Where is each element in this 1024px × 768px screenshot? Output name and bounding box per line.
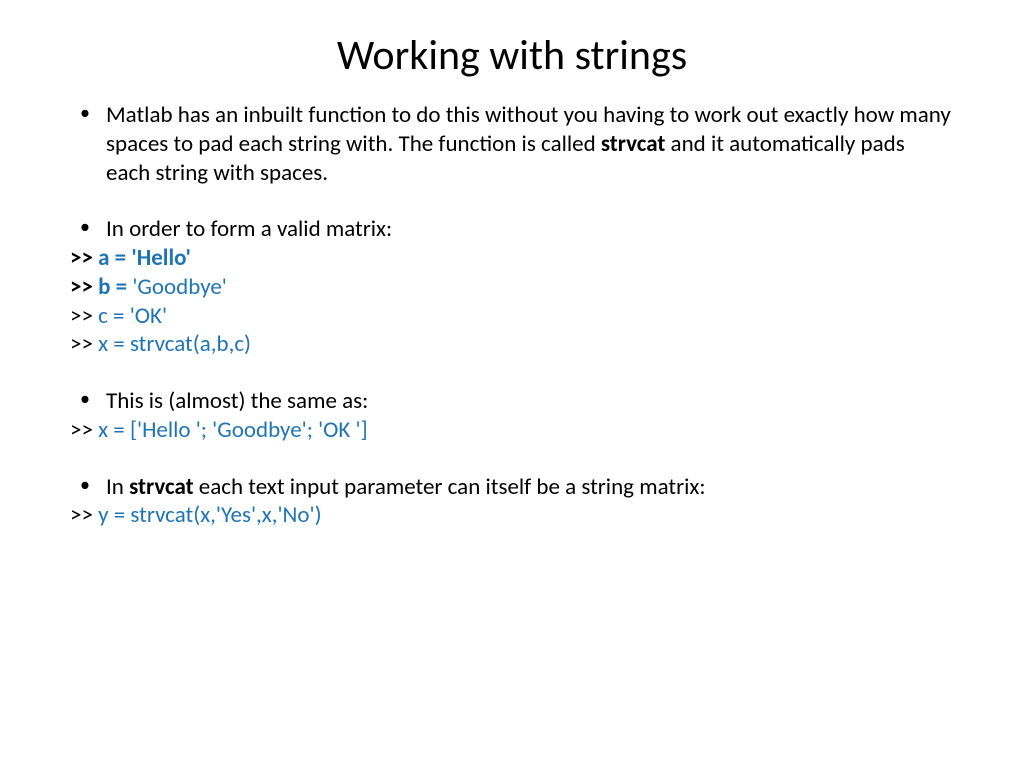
- bullet-1: Matlab has an inbuilt function to do thi…: [70, 101, 954, 187]
- code-bold: b =: [98, 273, 132, 301]
- bullet-1-bold: strvcat: [601, 130, 665, 158]
- slide-content: Matlab has an inbuilt function to do thi…: [70, 101, 954, 530]
- bullet-4-bold: strvcat: [129, 473, 193, 501]
- bullet-4-post: each text input parameter can itself be …: [194, 473, 706, 501]
- bullet-4-pre: In: [106, 473, 129, 501]
- prompt: >>: [70, 330, 98, 358]
- bullet-4: In strvcat each text input parameter can…: [70, 473, 954, 502]
- slide-title: Working with strings: [70, 30, 954, 81]
- code-line-5: >> x = ['Hello '; 'Goodbye'; 'OK ']: [70, 416, 954, 445]
- code-line-3: >> c = 'OK': [70, 302, 954, 331]
- code: x = strvcat(a,b,c): [98, 330, 251, 358]
- bullet-3: This is (almost) the same as:: [70, 387, 954, 416]
- bullet-2: In order to form a valid matrix:: [70, 215, 954, 244]
- prompt: >>: [70, 416, 98, 444]
- code-line-1: >> a = 'Hello': [70, 244, 954, 273]
- code-rest: 'Goodbye': [132, 273, 227, 301]
- code-line-6: >> y = strvcat(x,'Yes',x,'No'): [70, 501, 954, 530]
- prompt: >>: [70, 302, 98, 330]
- code: a = 'Hello': [98, 244, 191, 272]
- code: c = 'OK': [98, 302, 167, 330]
- prompt: >>: [70, 501, 98, 529]
- prompt: >>: [70, 273, 98, 301]
- prompt: >>: [70, 244, 98, 272]
- code: x = ['Hello '; 'Goodbye'; 'OK ']: [98, 416, 368, 444]
- code-line-4: >> x = strvcat(a,b,c): [70, 330, 954, 359]
- code-line-2: >> b = 'Goodbye': [70, 273, 954, 302]
- code: y = strvcat(x,'Yes',x,'No'): [98, 501, 321, 529]
